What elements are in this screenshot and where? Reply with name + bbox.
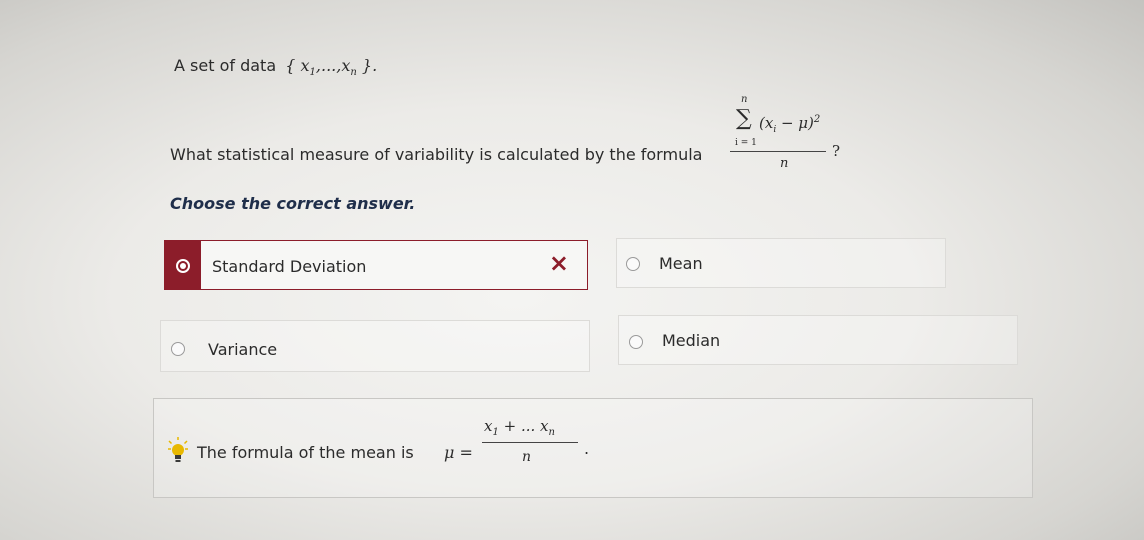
question-prompt: What statistical measure of variability … — [170, 145, 703, 164]
hint-period: . — [584, 439, 590, 458]
sigma-lower-limit: i = 1 — [735, 138, 757, 148]
radio-button[interactable] — [626, 257, 640, 271]
question-mark: ? — [832, 142, 841, 160]
data-set-notation: { x1,...,xn }. — [285, 56, 378, 79]
option-label: Variance — [208, 340, 278, 359]
incorrect-x-icon: × — [548, 249, 569, 277]
radio-button[interactable] — [629, 335, 643, 349]
hint-box: The formula of the mean is μ = x1 + ... … — [153, 398, 1033, 498]
fraction-bar — [730, 151, 826, 152]
mu-symbol: μ = — [444, 443, 473, 462]
formula-numerator: (xi − μ)2 — [759, 114, 821, 135]
hint-text: The formula of the mean is — [197, 443, 414, 462]
option-label: Median — [662, 331, 721, 350]
mean-fraction-bar — [482, 442, 578, 443]
mean-denominator: n — [522, 449, 532, 465]
mean-numerator: x1 + ... xn — [484, 417, 555, 438]
option-variance[interactable]: Variance — [160, 320, 590, 372]
intro-label: A set of data — [174, 56, 277, 75]
question-intro: A set of data { x1,...,xn }. — [174, 56, 377, 78]
radio-button[interactable] — [171, 342, 185, 356]
sigma-symbol: ∑ — [736, 106, 752, 131]
option-median[interactable]: Median — [618, 315, 1018, 365]
instruction-text: Choose the correct answer. — [170, 194, 416, 213]
option-label: Standard Deviation — [212, 257, 367, 276]
option-standard-deviation[interactable]: Standard Deviation × — [164, 240, 588, 290]
option-mean[interactable]: Mean — [616, 238, 946, 288]
radio-button-selected[interactable] — [176, 259, 190, 273]
formula-denominator: n — [780, 156, 789, 171]
option-label: Mean — [659, 254, 703, 273]
variance-formula: n ∑ i = 1 (xi − μ)2 n ? — [728, 92, 841, 178]
lightbulb-icon — [168, 437, 188, 462]
sigma-upper-limit: n — [741, 94, 748, 105]
